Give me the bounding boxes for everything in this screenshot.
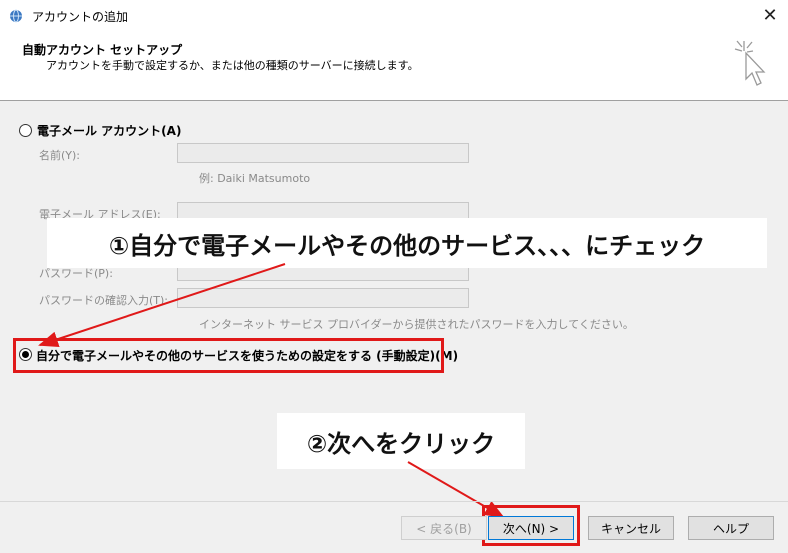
name-example: 例: Daiki Matsumoto [199, 172, 311, 185]
close-icon: ✕ [762, 5, 778, 26]
password-hint: インターネット サービス プロバイダーから提供されたパスワードを入力してください… [199, 318, 634, 331]
window-title: アカウントの追加 [32, 10, 129, 24]
wizard-header: 自動アカウント セットアップ アカウントを手動で設定するか、または他の種類のサー… [0, 31, 788, 101]
email-account-label[interactable]: 電子メール アカウント(A) [37, 122, 181, 139]
title-bar: アカウントの追加 ✕ [0, 0, 788, 31]
footer-divider [0, 501, 788, 502]
annotation-step1: ①自分で電子メールやその他のサービス、、、にチェック [47, 218, 767, 268]
name-label: 名前(Y): [39, 149, 81, 162]
close-button[interactable]: ✕ [752, 0, 788, 31]
email-account-radio[interactable] [19, 124, 32, 137]
back-button[interactable]: < 戻る(B) [401, 516, 487, 540]
page-subtitle: アカウントを手動で設定するか、または他の種類のサーバーに接続します。 [46, 59, 419, 72]
help-button[interactable]: ヘルプ [688, 516, 774, 540]
outlook-globe-icon [10, 9, 22, 23]
password-confirm-label: パスワードの確認入力(T): [39, 294, 169, 307]
cursor-sparkle-icon [734, 40, 766, 86]
cancel-button[interactable]: キャンセル [588, 516, 674, 540]
manual-option-highlight [13, 338, 444, 373]
next-button[interactable]: 次へ(N) > [488, 516, 574, 540]
page-title: 自動アカウント セットアップ [22, 43, 183, 57]
name-input[interactable] [177, 143, 469, 163]
password-confirm-input[interactable] [177, 288, 469, 308]
annotation-step2: ②次へをクリック [277, 413, 525, 469]
